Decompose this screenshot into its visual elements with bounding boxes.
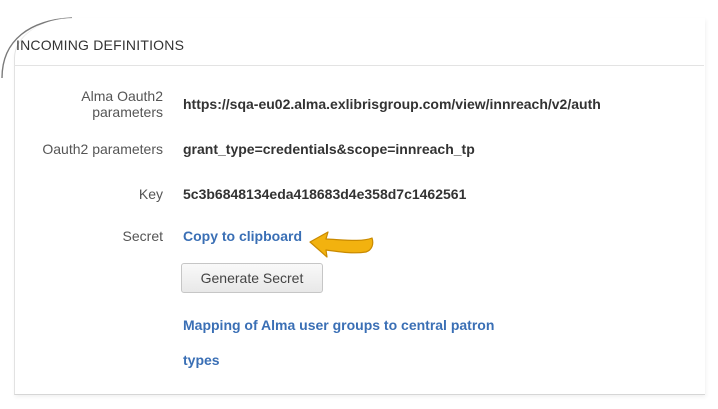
oauth2-parameters-label: Oauth2 parameters [42,141,163,157]
copy-to-clipboard-link[interactable]: Copy to clipboard [183,228,302,244]
screenshot-stage: INCOMING DEFINITIONS Alma Oauth2 paramet… [0,0,718,409]
key-label: Key [138,186,163,202]
mapping-user-groups-link-line1[interactable]: Mapping of Alma user groups to central p… [183,317,494,333]
mapping-user-groups-link-line2[interactable]: types [183,352,220,368]
key-value: 5c3b6848134eda418683d4e358d7c1462561 [183,186,467,202]
alma-oauth2-label: Alma Oauth2 parameters [81,88,163,120]
alma-oauth2-label-line1: Alma Oauth2 [81,88,163,104]
secret-label: Secret [122,228,163,244]
panel-title: INCOMING DEFINITIONS [16,37,185,53]
alma-oauth2-label-line2: parameters [92,104,163,120]
generate-secret-button[interactable]: Generate Secret [181,263,323,293]
oauth2-parameters-value: grant_type=credentials&scope=innreach_tp [183,141,475,157]
alma-oauth2-value: https://sqa-eu02.alma.exlibrisgroup.com/… [183,96,601,112]
incoming-definitions-panel [14,18,705,395]
arrow-pointer-icon [309,231,374,258]
